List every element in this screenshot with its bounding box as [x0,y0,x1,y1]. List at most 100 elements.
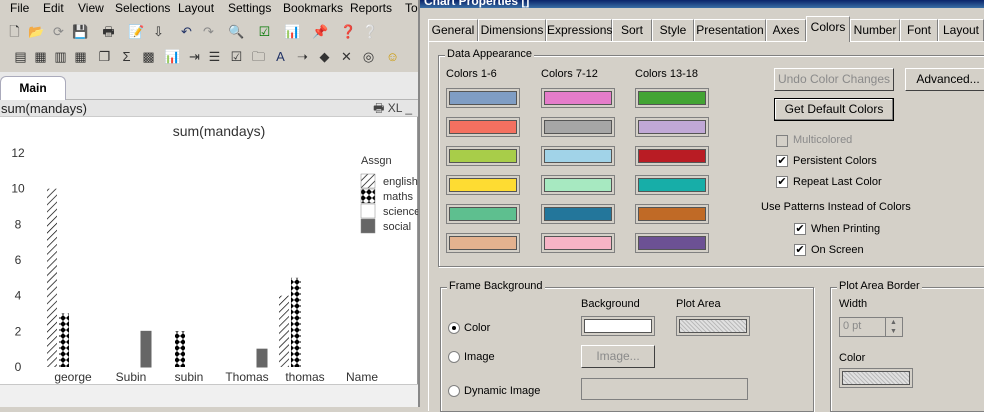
menu-selections[interactable]: Selections [115,1,170,15]
help-icon[interactable]: ❓ [340,23,357,40]
image-button[interactable]: Image... [581,345,655,368]
background-label: Background [581,298,640,310]
x-tick-label: Thomas [225,370,268,384]
get-default-colors-button[interactable]: Get Default Colors [774,98,894,121]
persistent-colors-checkbox[interactable]: ✔ [776,155,788,167]
color-swatch-5[interactable] [446,204,520,224]
tab-expressions[interactable]: Expressions [546,19,612,41]
tab-presentation[interactable]: Presentation [694,19,766,41]
menu-tools[interactable]: To [405,1,418,15]
toolbar-standard: 🗋 📂 ⟳ 💾 🖶 📝 ⇩ ↶ ↷ 🔍 ☑ 📊 📌 ❓ ❔ [0,20,418,44]
bar-chart-icon[interactable]: 📊 [164,48,181,65]
sheet-tab-main[interactable]: Main [0,76,66,100]
pin-icon[interactable]: 📌 [312,23,329,40]
color-swatch-1[interactable] [446,88,520,108]
menu-file[interactable]: File [10,1,29,15]
edit-script-icon[interactable]: 📝 [128,23,145,40]
menu-reports[interactable]: Reports [350,1,392,15]
menu-view[interactable]: View [78,1,104,15]
plot-area-color-swatch[interactable] [676,316,750,336]
print-icon[interactable]: 🖶 [100,23,117,40]
toolbar-design: ▤ ▦ ▥ ▦ ❐ Σ ▩ 📊 ⇥ ☰ ☑ 🗀 A ➝ ◆ ✕ ◎ ☺ [0,45,418,70]
bar-maths [59,313,69,367]
color-swatch-10[interactable] [541,175,615,195]
color-swatch-12[interactable] [541,233,615,253]
on-screen-checkbox[interactable]: ✔ [794,244,806,256]
undo-icon[interactable]: ↶ [178,23,195,40]
input-box-icon[interactable]: ⇥ [186,48,203,65]
menu-edit[interactable]: Edit [43,1,64,15]
tab-sort[interactable]: Sort [612,19,652,41]
dynamic-image-radio[interactable] [448,385,460,397]
x-tick-label: subin [175,370,204,384]
tab-axes[interactable]: Axes [766,19,806,41]
color-swatch-14[interactable] [635,117,709,137]
color-swatch-9[interactable] [541,146,615,166]
save-icon[interactable]: 💾 [72,23,89,40]
undo-color-changes-button[interactable]: Undo Color Changes [774,68,894,91]
color-swatch-2[interactable] [446,117,520,137]
reload-icon[interactable]: ⟳ [50,23,67,40]
selections-icon[interactable]: ☑ [256,23,273,40]
border-color-swatch[interactable] [839,368,913,388]
search-icon[interactable]: 🔍 [228,23,245,40]
color-swatch-8[interactable] [541,117,615,137]
color-swatch-3[interactable] [446,146,520,166]
tab-dimensions[interactable]: Dimensions [478,19,546,41]
tab-general[interactable]: General [428,19,478,41]
color-swatch-15[interactable] [635,146,709,166]
layers-icon[interactable]: ❐ [96,48,113,65]
color-swatch-7[interactable] [541,88,615,108]
tab-layout[interactable]: Layout [938,19,984,41]
bar-english [47,188,57,367]
image-radio[interactable] [448,351,460,363]
repeat-last-color-checkbox[interactable]: ✔ [776,176,788,188]
when-printing-checkbox[interactable]: ✔ [794,223,806,235]
open-icon[interactable]: 📂 [28,23,45,40]
chart-icon[interactable]: 📊 [284,23,301,40]
advanced-button[interactable]: Advanced... [905,68,984,91]
tab-number[interactable]: Number [850,19,900,41]
tab-colors[interactable]: Colors [806,16,850,42]
color-swatch-4[interactable] [446,175,520,195]
calendar-icon[interactable]: ✕ [338,48,355,65]
bookmark-icon[interactable]: ◎ [360,48,377,65]
caption-print-xl-minimize-icons[interactable]: 🖶 XL _ [373,100,412,117]
multicolored-checkbox[interactable] [776,135,788,147]
bar-maths [175,331,185,367]
color-swatch-17[interactable] [635,204,709,224]
color-radio[interactable] [448,322,460,334]
list-box-icon[interactable]: ▤ [12,48,29,65]
background-color-swatch[interactable] [581,316,655,336]
slider-icon[interactable]: ◆ [316,48,333,65]
redo-icon[interactable]: ↷ [200,23,217,40]
color-swatch-16[interactable] [635,175,709,195]
menu-bookmarks[interactable]: Bookmarks [283,1,343,15]
text-object-icon[interactable]: A [272,48,289,65]
reload-data-icon[interactable]: ⇩ [150,23,167,40]
sum-icon[interactable]: Σ [118,48,135,65]
statistics-box-icon[interactable]: ▦ [32,48,49,65]
width-spinner[interactable]: ▲ ▼ [885,318,901,336]
smiley-icon[interactable]: ☺ [384,48,401,65]
tab-font[interactable]: Font [900,19,938,41]
dynamic-image-field[interactable] [581,378,748,400]
multicolored-label: Multicolored [793,134,853,146]
color-swatch-18[interactable] [635,233,709,253]
tab-style[interactable]: Style [652,19,694,41]
new-icon[interactable]: 🗋 [6,23,23,40]
folder-icon[interactable]: 🗀 [250,48,267,65]
menu-settings[interactable]: Settings [228,1,271,15]
chart-object[interactable]: sum(mandays) 🖶 XL _ sum(mandays) 0 2 4 6 8 10 1… [0,100,418,384]
multi-box-icon[interactable]: ▥ [52,48,69,65]
color-swatch-13[interactable] [635,88,709,108]
color-swatch-6[interactable] [446,233,520,253]
line-arrow-icon[interactable]: ➝ [294,48,311,65]
table-box-icon[interactable]: ▦ [72,48,89,65]
context-help-icon[interactable]: ❔ [362,23,379,40]
checkbox-icon[interactable]: ☑ [228,48,245,65]
color-swatch-11[interactable] [541,204,615,224]
current-selections-icon[interactable]: ☰ [206,48,223,65]
menu-layout[interactable]: Layout [178,1,214,15]
grid-icon[interactable]: ▩ [140,48,157,65]
